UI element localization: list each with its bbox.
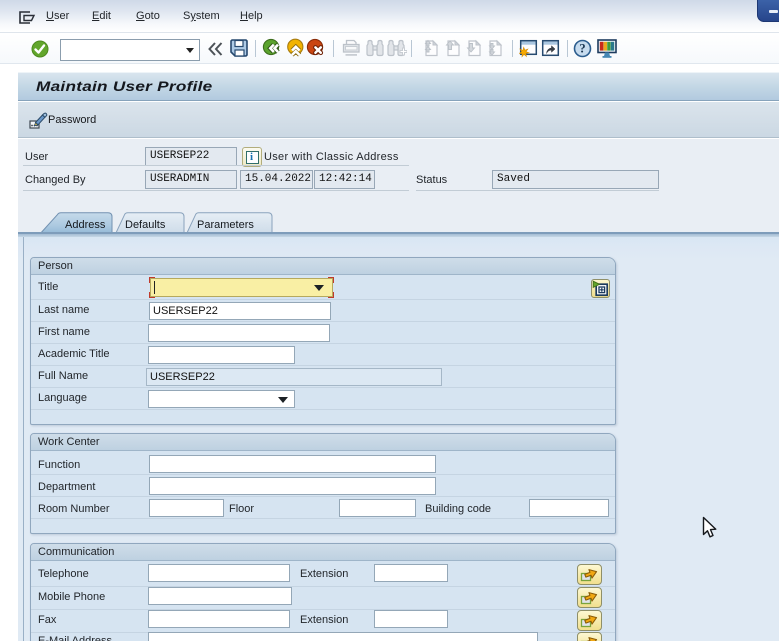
svg-text:Address: Address: [65, 219, 106, 231]
svg-text:Parameters: Parameters: [197, 219, 254, 231]
svg-text:?: ?: [579, 42, 585, 56]
svg-text:Defaults: Defaults: [125, 219, 166, 231]
